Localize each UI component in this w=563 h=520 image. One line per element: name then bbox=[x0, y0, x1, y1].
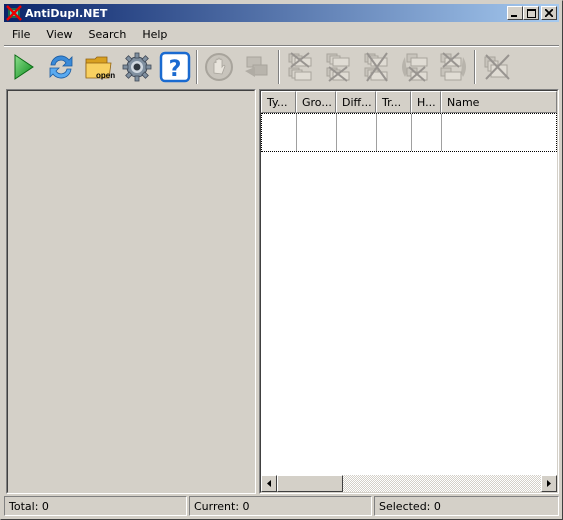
delete-defect-icon bbox=[484, 54, 510, 80]
close-button[interactable] bbox=[541, 6, 557, 20]
stop-hand-icon bbox=[205, 53, 233, 81]
menu-file[interactable]: File bbox=[4, 25, 38, 44]
horizontal-scrollbar[interactable] bbox=[261, 475, 557, 492]
results-header: Ty... Gro... Diff... Tr... H... Name bbox=[261, 91, 557, 113]
menu-bar: File View Search Help bbox=[4, 25, 175, 44]
table-row[interactable] bbox=[261, 113, 557, 152]
help-icon: ? bbox=[159, 51, 191, 83]
app-logo-icon bbox=[6, 5, 22, 21]
title-bar[interactable]: AntiDupl.NET bbox=[4, 4, 559, 22]
scroll-right-button[interactable] bbox=[541, 475, 557, 492]
delete-defect-button[interactable] bbox=[478, 48, 516, 86]
table-cell bbox=[377, 114, 412, 151]
svg-text:?: ? bbox=[169, 57, 182, 82]
refresh-button[interactable] bbox=[42, 48, 80, 86]
replace-second-button[interactable] bbox=[434, 48, 472, 86]
delete-both-button[interactable] bbox=[358, 48, 396, 86]
replace-first-button[interactable] bbox=[396, 48, 434, 86]
toolbar-separator bbox=[196, 50, 198, 84]
folder-open-icon: open bbox=[85, 56, 115, 80]
menu-view[interactable]: View bbox=[38, 25, 80, 44]
status-current: Current: 0 bbox=[189, 496, 372, 516]
replace-first-icon bbox=[402, 53, 428, 82]
column-type[interactable]: Ty... bbox=[261, 91, 296, 113]
maximize-button[interactable] bbox=[523, 6, 539, 20]
scroll-left-button[interactable] bbox=[261, 475, 277, 492]
table-cell bbox=[442, 114, 556, 151]
column-transform[interactable]: Tr... bbox=[376, 91, 411, 113]
results-pane: Ty... Gro... Diff... Tr... H... Name bbox=[259, 89, 559, 494]
toolbar-separator bbox=[474, 50, 476, 84]
arrow-right-icon bbox=[547, 480, 551, 487]
table-cell bbox=[297, 114, 337, 151]
mistake-button[interactable] bbox=[238, 48, 276, 86]
close-icon bbox=[545, 9, 553, 17]
svg-text:open: open bbox=[96, 71, 115, 80]
minimize-icon bbox=[511, 15, 517, 17]
stop-button[interactable] bbox=[200, 48, 238, 86]
play-icon bbox=[14, 54, 34, 80]
table-cell bbox=[412, 114, 442, 151]
main-window: AntiDupl.NET File View Search Help open … bbox=[0, 0, 563, 520]
minimize-button[interactable] bbox=[507, 6, 523, 20]
menu-divider bbox=[4, 45, 559, 47]
toolbar-separator bbox=[278, 50, 280, 84]
delete-second-icon bbox=[326, 53, 350, 82]
column-name[interactable]: Name bbox=[441, 91, 557, 113]
column-difference[interactable]: Diff... bbox=[336, 91, 376, 113]
help-button[interactable]: ? bbox=[156, 48, 194, 86]
scroll-track[interactable] bbox=[343, 475, 541, 492]
directories-pane[interactable] bbox=[6, 89, 256, 494]
start-search-button[interactable] bbox=[4, 48, 42, 86]
status-selected: Selected: 0 bbox=[374, 496, 559, 516]
options-button[interactable] bbox=[118, 48, 156, 86]
status-total: Total: 0 bbox=[4, 496, 187, 516]
scroll-thumb[interactable] bbox=[277, 475, 343, 492]
menu-help[interactable]: Help bbox=[134, 25, 175, 44]
column-hint[interactable]: H... bbox=[411, 91, 441, 113]
arrow-left-icon bbox=[267, 480, 271, 487]
menu-search[interactable]: Search bbox=[81, 25, 135, 44]
delete-both-icon bbox=[364, 52, 388, 82]
delete-first-button[interactable] bbox=[282, 48, 320, 86]
gear-icon bbox=[122, 52, 152, 82]
toolbar: open ? bbox=[4, 48, 559, 86]
open-button[interactable]: open bbox=[80, 48, 118, 86]
column-group[interactable]: Gro... bbox=[296, 91, 336, 113]
replace-second-icon bbox=[440, 52, 466, 81]
delete-second-button[interactable] bbox=[320, 48, 358, 86]
table-cell bbox=[337, 114, 377, 151]
mistake-icon bbox=[245, 56, 268, 77]
table-cell bbox=[262, 114, 297, 151]
delete-first-icon bbox=[288, 52, 312, 81]
status-bar: Total: 0 Current: 0 Selected: 0 bbox=[4, 496, 559, 516]
window-title: AntiDupl.NET bbox=[25, 6, 108, 20]
refresh-icon bbox=[49, 55, 73, 79]
maximize-icon bbox=[526, 8, 536, 18]
